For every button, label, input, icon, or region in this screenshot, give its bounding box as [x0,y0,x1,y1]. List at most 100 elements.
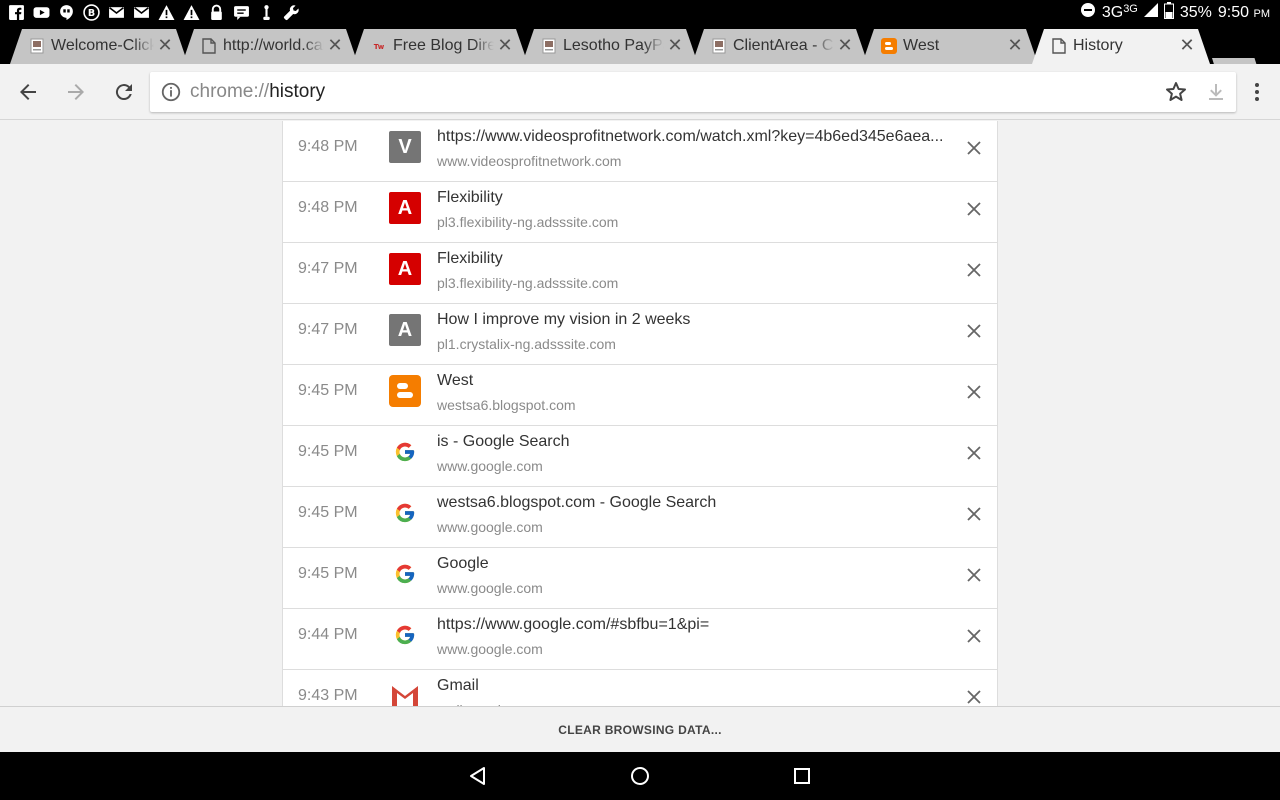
close-icon [967,263,981,277]
network-type: 3G [1101,3,1124,21]
page-title[interactable]: Flexibility [437,189,957,207]
history-row[interactable]: 9:44 PM https://www.google.com/#sbfbu=1&p… [283,609,997,670]
page-thumb-icon [29,38,45,54]
download-icon[interactable] [1204,80,1228,104]
more-vert-icon [1255,83,1259,101]
remove-entry-button[interactable] [965,139,983,157]
warning-icon [183,4,200,21]
history-row[interactable]: 9:45 PM West westsa6.blogspot.com [283,365,997,426]
page-icon [201,38,217,54]
remove-entry-button[interactable] [965,261,983,279]
history-row[interactable]: 9:47 PM A Flexibility pl3.flexibility-ng.ad… [283,243,997,304]
tab-close-button[interactable]: ✕ [156,36,174,54]
hangouts-icon [58,4,75,21]
youtube-icon [33,4,50,21]
gmail-favicon-icon [389,680,421,706]
android-nav-bar [0,752,1280,800]
history-row[interactable]: 9:45 PM westsa6.blogspot.com - Google Sea… [283,487,997,548]
visit-time: 9:44 PM [298,626,358,643]
tab-1[interactable]: http://world.cars✕ [182,29,358,64]
arrow-forward-icon [68,84,84,100]
reload-icon [115,84,132,101]
arrow-back-icon [20,84,36,100]
tab-title: Welcome-ClickPayPal [51,37,154,54]
visit-time: 9:47 PM [298,321,358,338]
close-icon [967,324,981,338]
forward-button[interactable] [62,78,90,106]
tab-6[interactable]: History ✕ [1032,29,1210,64]
history-row[interactable]: 9:45 PM Google www.google.com [283,548,997,609]
history-page: 9:48 PM Vhttps://www.videosprofitnetwork.… [0,121,1280,706]
lock-icon [208,4,225,21]
signal-icon [1143,3,1158,22]
remove-entry-button[interactable] [965,627,983,645]
page-title[interactable]: westsa6.blogspot.com - Google Search [437,494,957,512]
tab-close-button[interactable]: ✕ [496,36,514,54]
info-icon[interactable] [160,81,182,103]
remove-entry-button[interactable] [965,322,983,340]
gmail-icon [108,4,125,21]
remove-entry-button[interactable] [965,383,983,401]
page-domain: pl1.crystalix-ng.adsssite.com [437,336,616,352]
tab-close-button[interactable]: ✕ [666,36,684,54]
visit-time: 9:43 PM [298,687,358,704]
nav-home-button[interactable] [628,764,652,788]
wrench-icon [283,4,300,21]
tab-close-button[interactable]: ✕ [1006,36,1024,54]
page-thumb-icon [711,38,727,54]
warning-icon [158,4,175,21]
history-row[interactable]: 9:43 PMGmailmail.google.com [283,670,997,706]
menu-button[interactable] [1243,78,1271,106]
tab-2[interactable]: Tw Free Blog Directory✕ [352,29,528,64]
history-row[interactable]: 9:45 PM is - Google Search www.google.com [283,426,997,487]
history-row[interactable]: 9:48 PM A Flexibility pl3.flexibility-ng.ad… [283,182,997,243]
remove-entry-button[interactable] [965,505,983,523]
back-button[interactable] [14,78,42,106]
address-bar[interactable]: chrome://history [150,72,1236,112]
tab-3[interactable]: Lesotho PayPal ✕ [522,29,698,64]
nav-back-button[interactable] [466,764,490,788]
bookmark-star-icon[interactable] [1164,80,1188,104]
page-thumb-icon [541,38,557,54]
page-title[interactable]: Google [437,555,957,573]
bitcoin-icon: B [83,4,100,21]
google-favicon-icon [389,436,421,468]
url-text[interactable]: chrome://history [190,81,325,103]
remove-entry-button[interactable] [965,200,983,218]
page-title[interactable]: West [437,372,957,390]
close-icon [967,202,981,216]
page-title[interactable]: https://www.google.com/#sbfbu=1&pi= [437,616,957,634]
blogger-favicon-icon [389,375,421,407]
page-title[interactable]: How I improve my vision in 2 weeks [437,311,957,329]
page-title[interactable]: Gmail [437,677,957,695]
letter-favicon-icon: A [389,253,421,285]
remove-entry-button[interactable] [965,566,983,584]
close-icon [967,385,981,399]
history-row[interactable]: 9:47 PM A How I improve my vision in 2 wee… [283,304,997,365]
page-title[interactable]: is - Google Search [437,433,957,451]
page-title[interactable]: Flexibility [437,250,957,268]
close-icon [967,141,981,155]
clear-browsing-data-button[interactable]: CLEAR BROWSING DATA... [540,715,740,745]
visit-time: 9:45 PM [298,504,358,521]
page-domain: www.google.com [437,458,543,474]
remove-entry-button[interactable] [965,444,983,462]
tab-close-button[interactable]: ✕ [836,36,854,54]
remove-entry-button[interactable] [965,688,983,706]
battery-percent: 35% [1179,3,1212,21]
nav-recents-button[interactable] [790,764,814,788]
tab-0[interactable]: Welcome-ClickPayPal✕ [10,29,188,64]
tab-close-button[interactable]: ✕ [1178,36,1196,54]
reload-button[interactable] [110,78,138,106]
tab-4[interactable]: ClientArea - Client✕ [692,29,868,64]
google-favicon-icon [389,558,421,590]
notification-icons: B [8,0,300,25]
page-title[interactable]: https://www.videosprofitnetwork.com/watc… [437,128,957,146]
tab-5[interactable]: West ✕ [862,29,1038,64]
history-row[interactable]: 9:48 PM Vhttps://www.videosprofitnetwork.… [283,121,997,182]
tab-title: http://world.cars [223,37,323,54]
close-icon [967,568,981,582]
status-right: 3G 3G 35% 9:50 PM [1080,0,1270,25]
tab-close-button[interactable]: ✕ [326,36,344,54]
back-triangle-icon [470,767,485,785]
